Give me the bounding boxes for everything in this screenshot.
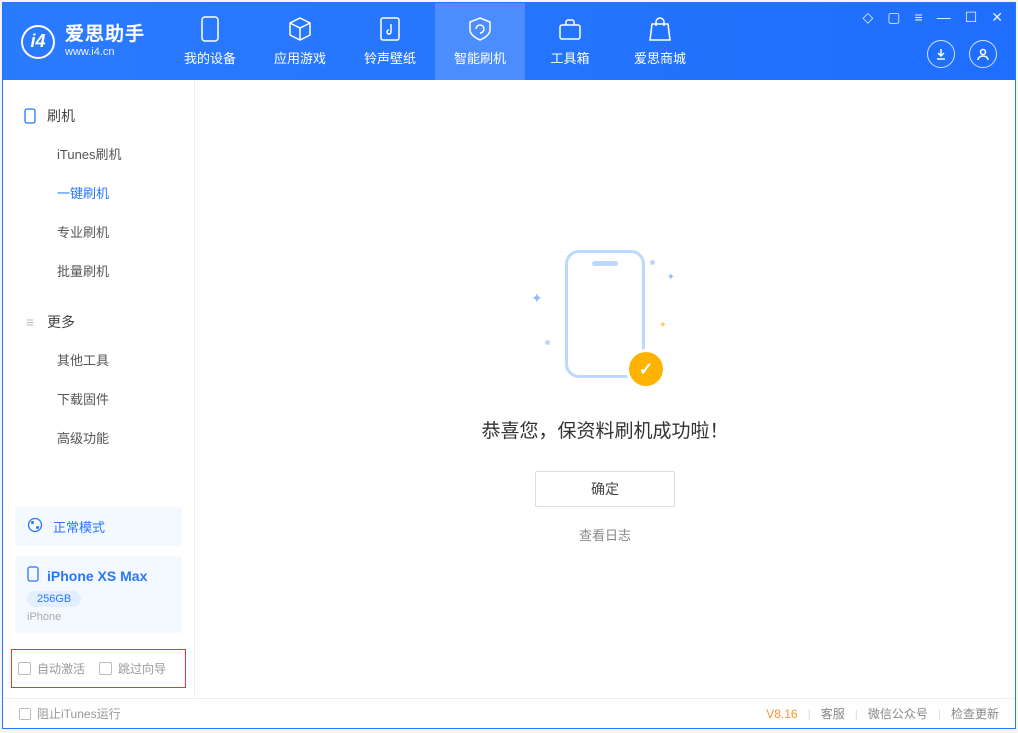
sidebar-item-download-firmware[interactable]: 下载固件	[3, 379, 194, 418]
refresh-shield-icon	[467, 16, 493, 42]
checkbox-icon	[18, 662, 31, 675]
download-button[interactable]	[927, 40, 955, 68]
feedback-icon[interactable]: ▢	[887, 9, 900, 26]
tab-label: 工具箱	[551, 48, 590, 67]
sidebar-item-oneclick-flash[interactable]: 一键刷机	[3, 173, 194, 212]
sidebar-group-flash: 刷机	[3, 98, 194, 134]
sidebar-item-itunes-flash[interactable]: iTunes刷机	[3, 134, 194, 173]
sidebar-item-pro-flash[interactable]: 专业刷机	[3, 212, 194, 251]
checkbox-auto-activate[interactable]: 自动激活	[18, 660, 85, 677]
toolbox-icon	[557, 16, 583, 42]
maximize-button[interactable]: ☐	[965, 9, 978, 26]
tab-store[interactable]: 爱思商城	[615, 3, 705, 80]
sidebar-device-panel: 正常模式 iPhone XS Max 256GB iPhone	[3, 497, 194, 643]
tab-ringtones-wallpapers[interactable]: 铃声壁纸	[345, 3, 435, 80]
window-controls: ◇ ▢ ≡ — ☐ ✕	[863, 9, 1003, 26]
footer-link-update[interactable]: 检查更新	[951, 705, 999, 722]
shopping-bag-icon	[647, 16, 673, 42]
tab-apps-games[interactable]: 应用游戏	[255, 3, 345, 80]
sidebar-item-other-tools[interactable]: 其他工具	[3, 340, 194, 379]
app-window: i4 爱思助手 www.i4.cn 我的设备 应用游戏 铃声壁纸 智能刷机	[2, 2, 1016, 729]
footer-link-wechat[interactable]: 微信公众号	[868, 705, 928, 722]
close-button[interactable]: ✕	[991, 9, 1003, 26]
footer: 阻止iTunes运行 V8.16 | 客服 | 微信公众号 | 检查更新	[3, 698, 1015, 728]
checkbox-label: 跳过向导	[118, 660, 166, 677]
menu-icon[interactable]: ≡	[915, 9, 923, 26]
checkbox-skip-guide[interactable]: 跳过向导	[99, 660, 166, 677]
tab-label: 铃声壁纸	[364, 48, 416, 67]
sparkle-icon: ✦	[667, 272, 675, 283]
device-capacity: 256GB	[27, 591, 81, 607]
phone-icon	[23, 109, 37, 123]
logo: i4 爱思助手 www.i4.cn	[3, 3, 165, 80]
skin-icon[interactable]: ◇	[863, 9, 874, 26]
logo-icon: i4	[21, 25, 55, 59]
sparkle-icon: ✦	[531, 290, 543, 307]
dot-icon	[545, 340, 550, 345]
mode-icon	[27, 517, 43, 536]
app-name-cn: 爱思助手	[65, 25, 145, 46]
app-name-en: www.i4.cn	[65, 46, 145, 58]
success-check-icon: ✓	[629, 352, 663, 386]
sparkle-icon: ✦	[659, 320, 667, 331]
device-name: iPhone XS Max	[47, 568, 147, 584]
tab-label: 我的设备	[184, 48, 236, 67]
list-icon: ≡	[23, 315, 37, 329]
confirm-button[interactable]: 确定	[535, 471, 675, 507]
device-info-card[interactable]: iPhone XS Max 256GB iPhone	[15, 556, 182, 633]
main-content: ✦ ✦ ✦ ✓ 恭喜您，保资料刷机成功啦！ 确定 查看日志	[195, 80, 1015, 698]
sidebar: 刷机 iTunes刷机 一键刷机 专业刷机 批量刷机 ≡ 更多 其他工具 下载固…	[3, 80, 195, 698]
checkbox-block-itunes[interactable]: 阻止iTunes运行	[19, 705, 121, 722]
sidebar-group-label: 更多	[47, 312, 75, 332]
device-subtype: iPhone	[27, 611, 170, 623]
device-mode-label: 正常模式	[53, 517, 105, 536]
tab-my-device[interactable]: 我的设备	[165, 3, 255, 80]
sidebar-item-batch-flash[interactable]: 批量刷机	[3, 251, 194, 290]
tab-smart-flash[interactable]: 智能刷机	[435, 3, 525, 80]
minimize-button[interactable]: —	[937, 9, 951, 26]
header: i4 爱思助手 www.i4.cn 我的设备 应用游戏 铃声壁纸 智能刷机	[3, 3, 1015, 80]
footer-link-support[interactable]: 客服	[821, 705, 845, 722]
checkbox-icon	[99, 662, 112, 675]
success-illustration: ✦ ✦ ✦ ✓	[505, 250, 705, 390]
success-title: 恭喜您，保资料刷机成功啦！	[481, 416, 728, 443]
dot-icon	[650, 260, 655, 265]
main-tabs: 我的设备 应用游戏 铃声壁纸 智能刷机 工具箱 爱思商城	[165, 3, 705, 80]
header-right-actions	[927, 40, 997, 68]
user-button[interactable]	[969, 40, 997, 68]
sidebar-item-advanced[interactable]: 高级功能	[3, 418, 194, 457]
device-mode-card[interactable]: 正常模式	[15, 507, 182, 546]
view-log-link[interactable]: 查看日志	[579, 525, 631, 544]
phone-icon	[27, 566, 39, 585]
sidebar-checkbox-row: 自动激活 跳过向导	[11, 649, 186, 688]
music-file-icon	[377, 16, 403, 42]
tab-label: 应用游戏	[274, 48, 326, 67]
cube-icon	[287, 16, 313, 42]
checkbox-icon	[19, 708, 31, 720]
body: 刷机 iTunes刷机 一键刷机 专业刷机 批量刷机 ≡ 更多 其他工具 下载固…	[3, 80, 1015, 698]
checkbox-label: 自动激活	[37, 660, 85, 677]
sidebar-group-label: 刷机	[47, 106, 75, 126]
tab-toolbox[interactable]: 工具箱	[525, 3, 615, 80]
sidebar-group-more: ≡ 更多	[3, 304, 194, 340]
logo-text: 爱思助手 www.i4.cn	[65, 25, 145, 58]
tab-label: 智能刷机	[454, 48, 506, 67]
device-icon	[197, 16, 223, 42]
checkbox-label: 阻止iTunes运行	[37, 705, 121, 722]
tab-label: 爱思商城	[634, 48, 686, 67]
version-label: V8.16	[766, 707, 797, 721]
